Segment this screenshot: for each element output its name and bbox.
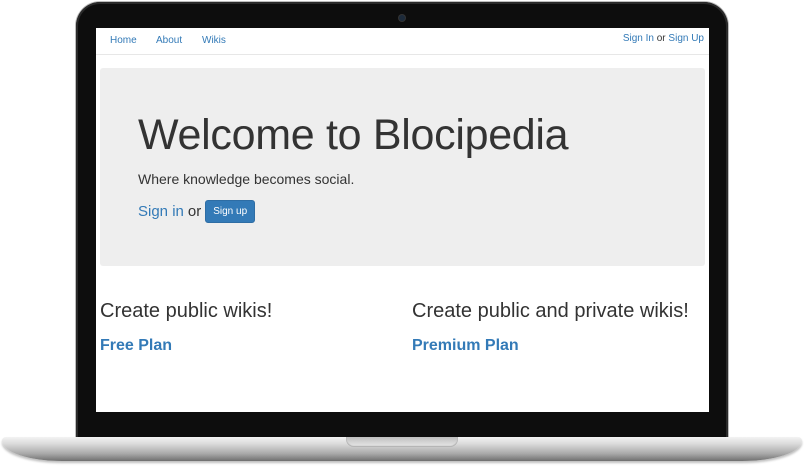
auth-links: Sign In or Sign Up xyxy=(623,33,704,44)
page-title: Welcome to Blocipedia xyxy=(138,111,569,159)
hero-tagline: Where knowledge becomes social. xyxy=(138,171,355,187)
camera-icon xyxy=(399,15,405,21)
nav-about-link[interactable]: About xyxy=(156,35,182,46)
nav-wikis-link[interactable]: Wikis xyxy=(202,35,226,46)
free-plan-section: Create public wikis! Free Plan xyxy=(100,300,272,355)
premium-plan-heading: Create public and private wikis! xyxy=(412,300,689,322)
nav-sign-up-link[interactable]: Sign Up xyxy=(668,33,704,44)
hero-actions: Sign in or Sign up xyxy=(138,200,256,223)
laptop-notch xyxy=(346,437,458,447)
top-navbar: Home About Wikis Sign In or Sign Up xyxy=(96,28,709,55)
hero-jumbotron: Welcome to Blocipedia Where knowledge be… xyxy=(100,68,705,266)
nav-home-link[interactable]: Home xyxy=(110,35,137,46)
nav-sign-in-link[interactable]: Sign In xyxy=(623,33,654,44)
hero-sign-up-button[interactable]: Sign up xyxy=(205,200,256,223)
premium-plan-section: Create public and private wikis! Premium… xyxy=(412,300,689,355)
browser-viewport: Home About Wikis Sign In or Sign Up Welc… xyxy=(96,28,709,412)
premium-plan-link[interactable]: Premium Plan xyxy=(412,337,689,355)
free-plan-link[interactable]: Free Plan xyxy=(100,337,272,355)
nav-or-text: or xyxy=(656,33,666,44)
hero-or-text: or xyxy=(187,203,202,220)
free-plan-heading: Create public wikis! xyxy=(100,300,273,322)
hero-sign-in-link[interactable]: Sign in xyxy=(138,203,184,220)
